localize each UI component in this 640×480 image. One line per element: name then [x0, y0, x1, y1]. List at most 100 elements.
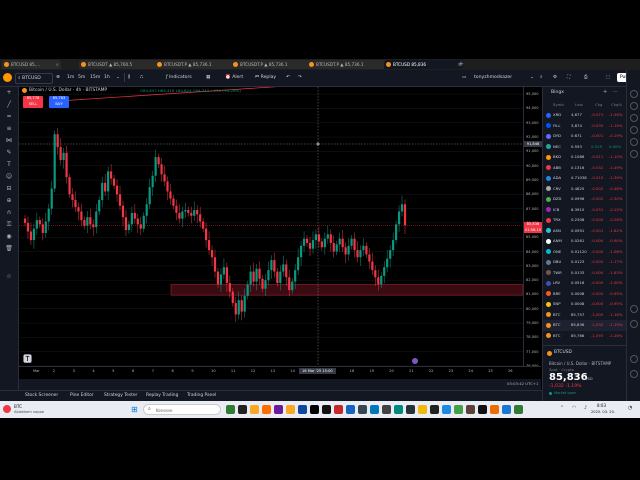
- browser-tab[interactable]: BTCUSD 85,... ×: [2, 60, 61, 69]
- volume-icon[interactable]: ♪: [584, 405, 587, 411]
- watchlist-row[interactable]: SNP 0.0008 -0.000 -0.95%: [543, 299, 627, 310]
- candle[interactable]: [291, 281, 294, 291]
- watchlist-row[interactable]: TWR 0.0133 -0.000 -1.83%: [543, 268, 627, 279]
- candle[interactable]: [109, 171, 113, 179]
- settings-icon[interactable]: ⚙: [553, 73, 557, 82]
- candle[interactable]: [326, 234, 329, 239]
- candle[interactable]: [121, 205, 125, 218]
- alarm-icon[interactable]: [630, 102, 638, 110]
- buy-button[interactable]: 85,783 BUY: [49, 96, 69, 108]
- candle[interactable]: [83, 220, 86, 226]
- candle[interactable]: [98, 200, 101, 212]
- app-icon-7[interactable]: [298, 405, 307, 414]
- crosshair-icon[interactable]: +: [5, 89, 13, 97]
- candle[interactable]: [115, 185, 119, 195]
- avatar[interactable]: [3, 73, 12, 82]
- candle[interactable]: [213, 257, 217, 272]
- ideas-icon[interactable]: [630, 150, 638, 158]
- watchlist-row[interactable]: DZD 0.0996 -0.002 -2.30%: [543, 194, 627, 205]
- candle[interactable]: [190, 212, 193, 216]
- candle[interactable]: [181, 211, 184, 219]
- binance-icon[interactable]: [418, 405, 427, 414]
- clock-date[interactable]: 2025. 03. 20.: [591, 410, 615, 414]
- notifications-icon[interactable]: ◔: [628, 405, 632, 411]
- candle[interactable]: [383, 267, 386, 276]
- candle[interactable]: [282, 264, 285, 272]
- candle[interactable]: [130, 212, 133, 225]
- candle[interactable]: [151, 175, 154, 188]
- candle[interactable]: [86, 217, 89, 226]
- candle[interactable]: [154, 157, 157, 176]
- candle[interactable]: [350, 238, 353, 246]
- candle[interactable]: [133, 212, 136, 219]
- camera-icon[interactable]: ⎙: [584, 73, 588, 82]
- candle[interactable]: [89, 217, 92, 225]
- candle[interactable]: [139, 224, 142, 229]
- watchlist-row[interactable]: NEC 0.593 0.015 0.00%: [543, 142, 627, 153]
- candle[interactable]: [104, 182, 107, 192]
- fib-icon[interactable]: ≡: [5, 125, 13, 133]
- app-icon-13[interactable]: [370, 405, 379, 414]
- add-symbol-button[interactable]: ⊕: [56, 73, 60, 82]
- candle[interactable]: [68, 177, 71, 195]
- candle[interactable]: [148, 187, 151, 205]
- candle[interactable]: [225, 267, 228, 284]
- candle[interactable]: [107, 171, 110, 192]
- app-icon-6[interactable]: [286, 405, 295, 414]
- column-symbol[interactable]: Symb: [553, 102, 564, 107]
- app-icon-21[interactable]: [466, 405, 475, 414]
- weather-title[interactable]: BTC: [14, 404, 22, 409]
- candle[interactable]: [196, 210, 199, 215]
- app-icon-8[interactable]: [310, 405, 319, 414]
- redo-icon[interactable]: ↷: [298, 73, 302, 82]
- app-icon-2[interactable]: [238, 405, 247, 414]
- candle[interactable]: [243, 295, 246, 312]
- candle[interactable]: [403, 204, 407, 226]
- candle[interactable]: [374, 270, 377, 278]
- candle[interactable]: [365, 245, 368, 255]
- browser-tab[interactable]: BTCUSDT.P ▲ 85,736.1×: [231, 60, 314, 69]
- watchlist-row[interactable]: BTC 85,766 -1,093 -1.26%: [543, 331, 627, 342]
- replay-button[interactable]: ⏮ Replay: [255, 73, 276, 82]
- watchlist-row[interactable]: ANM 0.0261 -0.000 -0.90%: [543, 236, 627, 247]
- text-icon[interactable]: T: [5, 161, 13, 169]
- watchlist-row[interactable]: ICB 6.3915 -0.031 -0.15%: [543, 205, 627, 216]
- app-icon-25[interactable]: [514, 405, 523, 414]
- candle[interactable]: [397, 211, 401, 225]
- browser-tab-active[interactable]: BTCUSD 85,836 ×: [384, 60, 463, 69]
- interval-5m[interactable]: 5m: [78, 73, 85, 82]
- candle[interactable]: [32, 228, 36, 241]
- chart-clock[interactable]: 03:03:42 UTC+1: [507, 381, 538, 386]
- candlestick-chart[interactable]: 🆃: [19, 87, 523, 366]
- candle[interactable]: [344, 247, 347, 255]
- watchlist-row[interactable]: ASN 0.0591 -0.001 -1.82%: [543, 226, 627, 237]
- watchlist-icon[interactable]: [630, 90, 638, 98]
- watchlist-row[interactable]: TRX 0.2308 -0.000 -0.26%: [543, 215, 627, 226]
- candle[interactable]: [204, 228, 208, 241]
- app-icon-19[interactable]: [442, 405, 451, 414]
- candle[interactable]: [288, 277, 291, 291]
- candle[interactable]: [294, 270, 297, 282]
- indicators-button[interactable]: ƒ Indicators: [166, 73, 192, 82]
- candle[interactable]: [240, 300, 243, 312]
- watchlist-row[interactable]: BRE 0.0008 -0.000 -0.95%: [543, 289, 627, 300]
- column-change[interactable]: Chg: [595, 102, 602, 107]
- candle[interactable]: [394, 224, 398, 241]
- candle[interactable]: [50, 188, 53, 209]
- watchlist-row[interactable]: BTC 85,757 -1,005 -1.16%: [543, 310, 627, 321]
- magnet-icon[interactable]: ∩: [5, 209, 13, 217]
- brush-icon[interactable]: ✎: [5, 149, 13, 157]
- candle[interactable]: [56, 134, 59, 148]
- app-icon-14[interactable]: [382, 405, 391, 414]
- candle[interactable]: [29, 231, 33, 241]
- windows-start-icon[interactable]: ⊞: [131, 405, 140, 414]
- candle[interactable]: [71, 194, 74, 201]
- candle[interactable]: [246, 284, 249, 296]
- tab-stock-screener[interactable]: Stock Screener: [25, 393, 58, 398]
- trash-icon[interactable]: 🗑: [5, 245, 13, 253]
- candle[interactable]: [172, 198, 175, 206]
- chevron-up-icon[interactable]: ⌃: [560, 405, 564, 411]
- tab-strategy-tester[interactable]: Strategy Tester: [104, 393, 137, 398]
- candle[interactable]: [249, 271, 252, 285]
- candle[interactable]: [314, 234, 318, 241]
